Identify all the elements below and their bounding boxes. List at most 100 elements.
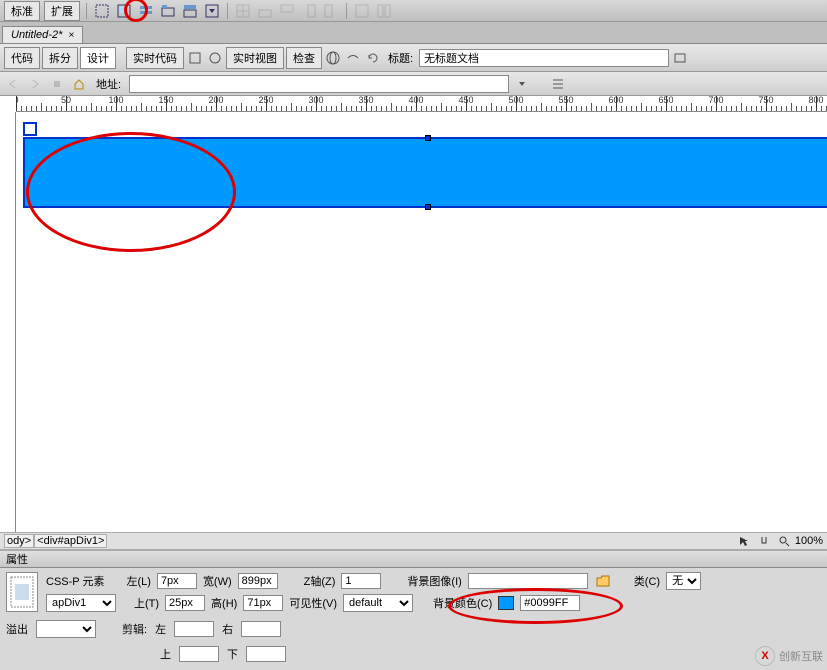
standard-button[interactable]: 标准 [4, 1, 40, 21]
livecode-button[interactable]: 实时代码 [126, 47, 184, 69]
row-below-icon [278, 2, 296, 20]
spry-collapse-icon[interactable] [203, 2, 221, 20]
tag-body[interactable]: ody> [4, 534, 34, 548]
clip-top-input[interactable] [179, 646, 219, 662]
separator [346, 3, 347, 19]
table-icon [234, 2, 252, 20]
address-input[interactable] [129, 75, 509, 93]
z-input[interactable] [341, 573, 381, 589]
resize-handle-bottom[interactable] [425, 204, 431, 210]
pointer-icon[interactable] [735, 532, 753, 550]
clip-left-input[interactable] [174, 621, 214, 637]
width-input[interactable] [238, 573, 278, 589]
clip-left-label: 左 [155, 621, 166, 637]
height-input[interactable] [243, 595, 283, 611]
hand-icon[interactable] [755, 532, 773, 550]
watermark-logo-icon: X [755, 646, 775, 666]
tag-selector-bar: ody><div#apDiv1> 100% [0, 532, 827, 550]
liveview-button[interactable]: 实时视图 [226, 47, 284, 69]
apdiv-anchor-icon[interactable] [23, 122, 37, 136]
class-label: 类(C) [634, 573, 660, 589]
folder-icon[interactable] [594, 572, 612, 590]
row-above-icon [256, 2, 274, 20]
livecode-toggle-icon[interactable] [206, 49, 224, 67]
horizontal-ruler: 0501001502002503003504004505005506006507… [16, 96, 827, 112]
bgcolor-label: 背景颜色(C) [433, 595, 492, 611]
bgcolor-input[interactable] [520, 595, 580, 611]
overflow-select[interactable] [36, 620, 96, 638]
inspect-toggle-icon[interactable] [186, 49, 204, 67]
apdiv-element[interactable] [23, 137, 827, 208]
back-icon [4, 75, 22, 93]
clip-right-input[interactable] [241, 621, 281, 637]
code-view-button[interactable]: 代码 [4, 47, 40, 69]
clip-right-label: 右 [222, 621, 233, 637]
insert-toolbar: 标准 扩展 [0, 0, 827, 22]
nav-icon[interactable] [344, 49, 362, 67]
address-label: 地址: [92, 76, 125, 92]
overflow-clip-row: 溢出 剪辑: 左 右 [0, 616, 827, 646]
split-view-button[interactable]: 拆分 [42, 47, 78, 69]
col-left-icon [300, 2, 318, 20]
frames-icon [375, 2, 393, 20]
bgcolor-swatch[interactable] [498, 596, 514, 610]
overflow-label: 溢出 [6, 621, 28, 637]
clip-top-label: 上 [160, 646, 171, 662]
forward-icon [26, 75, 44, 93]
tab-label: Untitled-2* [11, 29, 62, 41]
bgimg-input[interactable] [468, 573, 588, 589]
element-type-label: CSS-P 元素 [46, 573, 104, 589]
spry-tabbed-icon[interactable] [159, 2, 177, 20]
spry-accordion-icon[interactable] [181, 2, 199, 20]
resize-handle-top[interactable] [425, 135, 431, 141]
watermark-text: 创新互联 [779, 648, 823, 664]
bgimg-label: 背景图像(I) [407, 573, 461, 589]
address-dropdown-icon[interactable] [513, 75, 531, 93]
tag-div[interactable]: <div#apDiv1> [34, 534, 107, 548]
globe-icon[interactable] [324, 49, 342, 67]
separator [86, 3, 87, 19]
spry-menu-icon[interactable] [137, 2, 155, 20]
clip-bottom-label: 下 [227, 646, 238, 662]
z-label: Z轴(Z) [304, 573, 336, 589]
design-view-button[interactable]: 设计 [80, 47, 116, 69]
refresh-icon[interactable] [364, 49, 382, 67]
props-row-1: CSS-P 元素 左(L) 宽(W) Z轴(Z) 背景图像(I) 类(C) 无 [46, 572, 821, 590]
stop-icon [48, 75, 66, 93]
height-label: 高(H) [211, 595, 237, 611]
properties-panel-title[interactable]: 属性 [0, 550, 827, 568]
clip-bottom-input[interactable] [246, 646, 286, 662]
title-label: 标题: [384, 50, 417, 66]
address-bar: 地址: [0, 72, 827, 96]
width-label: 宽(W) [203, 573, 232, 589]
id-select[interactable]: apDiv1 [46, 594, 116, 612]
zoom-icon[interactable] [775, 532, 793, 550]
properties-panel: CSS-P 元素 左(L) 宽(W) Z轴(Z) 背景图像(I) 类(C) 无 … [0, 568, 827, 616]
home-icon[interactable] [70, 75, 88, 93]
document-title-input[interactable] [419, 49, 669, 67]
vis-label: 可见性(V) [289, 595, 337, 611]
left-label: 左(L) [126, 573, 150, 589]
element-type-icon [6, 572, 38, 612]
tag-path: ody><div#apDiv1> [4, 535, 107, 547]
browse-icon[interactable] [671, 49, 689, 67]
extend-button[interactable]: 扩展 [44, 1, 80, 21]
inspect-button[interactable]: 检查 [286, 47, 322, 69]
document-toolbar: 代码 拆分 设计 实时代码 实时视图 检查 标题: [0, 44, 827, 72]
class-select[interactable]: 无 [666, 572, 701, 590]
left-input[interactable] [157, 573, 197, 589]
col-right-icon [322, 2, 340, 20]
insert-div-icon[interactable] [93, 2, 111, 20]
design-canvas[interactable] [16, 112, 827, 532]
list-icon[interactable] [549, 75, 567, 93]
close-icon[interactable]: × [68, 30, 74, 41]
draw-apdiv-icon[interactable] [115, 2, 133, 20]
clip-row-2: 上 下 [0, 646, 827, 670]
separator [227, 3, 228, 19]
watermark: X 创新互联 [755, 646, 823, 666]
vertical-ruler [0, 112, 16, 532]
document-tab[interactable]: Untitled-2* × [2, 26, 83, 43]
vis-select[interactable]: default [343, 594, 413, 612]
zoom-level[interactable]: 100% [795, 535, 823, 547]
top-input[interactable] [165, 595, 205, 611]
